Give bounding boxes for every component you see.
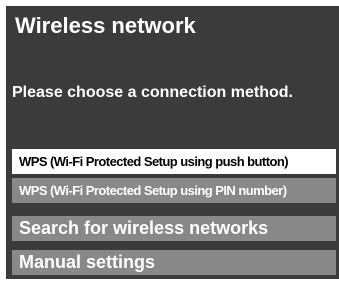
option-wps-pin-number[interactable]: WPS (Wi-Fi Protected Setup using PIN num… (12, 178, 336, 203)
option-label: WPS (Wi-Fi Protected Setup using PIN num… (19, 183, 287, 198)
option-manual-settings[interactable]: Manual settings (12, 250, 336, 275)
option-wps-push-button[interactable]: WPS (Wi-Fi Protected Setup using push bu… (12, 149, 336, 174)
wireless-network-dialog: Wireless network Please choose a connect… (6, 6, 339, 279)
option-label: Manual settings (19, 252, 156, 272)
option-search-wireless-networks[interactable]: Search for wireless networks (12, 216, 336, 241)
option-label: WPS (Wi-Fi Protected Setup using push bu… (19, 154, 289, 169)
option-label: Search for wireless networks (19, 218, 269, 238)
dialog-prompt: Please choose a connection method. (12, 84, 293, 101)
dialog-title: Wireless network (15, 13, 196, 38)
screen: Wireless network Please choose a connect… (0, 0, 339, 285)
